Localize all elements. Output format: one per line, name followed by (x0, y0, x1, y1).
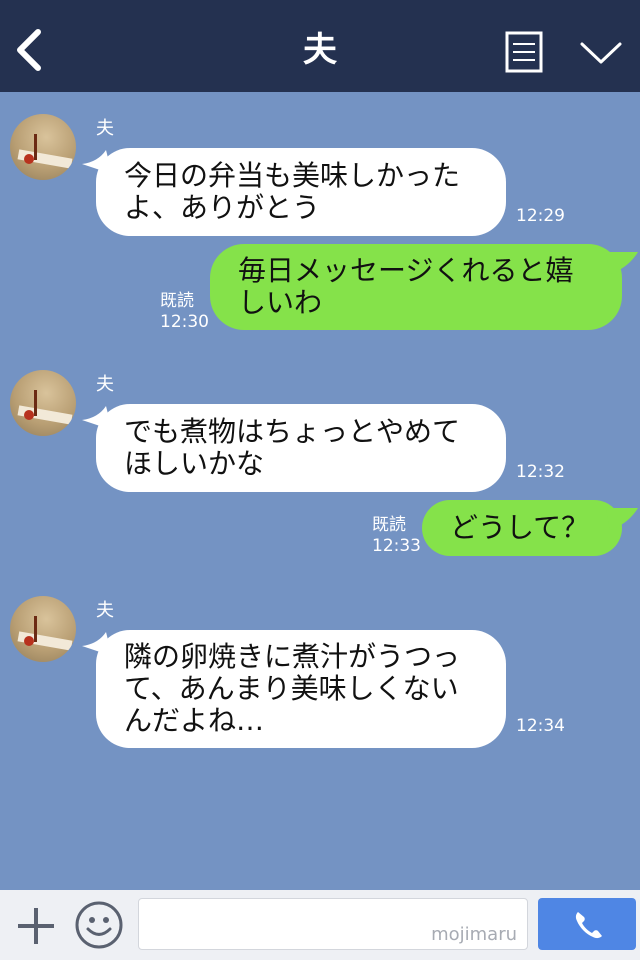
message-bubble[interactable]: 毎日メッセージくれると嬉 しいわ (210, 244, 622, 330)
message-text: 隣の卵焼きに煮汁がうつっ て、あんまり美味しくない んだよね… (124, 640, 461, 737)
message-outgoing: 既読 12:30 毎日メッセージくれると嬉 しいわ (0, 242, 640, 332)
bubble-tail (606, 508, 638, 530)
message-bubble[interactable]: でも煮物はちょっとやめて ほしいかな (96, 404, 506, 492)
notes-button[interactable] (504, 30, 546, 74)
message-input[interactable]: mojimaru (138, 898, 528, 950)
avatar[interactable] (10, 370, 76, 436)
avatar[interactable] (10, 114, 76, 180)
watermark: mojimaru (431, 924, 517, 945)
message-bubble[interactable]: どうして？ (422, 500, 622, 556)
message-text: でも煮物はちょっとやめて ほしいかな (124, 415, 461, 480)
message-time: 12:33 (372, 536, 421, 556)
message-bubble[interactable]: 今日の弁当も美味しかった よ、ありがとう (96, 148, 506, 236)
chevron-down-icon (580, 42, 622, 64)
smiley-icon (75, 901, 123, 949)
message-time: 12:34 (516, 716, 565, 736)
emoji-button[interactable] (74, 900, 124, 950)
back-button[interactable] (8, 22, 52, 78)
message-incoming: 夫 今日の弁当も美味しかった よ、ありがとう 12:29 (0, 114, 640, 238)
chat-header: 夫 (0, 0, 640, 92)
chat-title: 夫 (303, 30, 337, 70)
avatar[interactable] (10, 596, 76, 662)
read-receipt: 既読 (372, 515, 406, 535)
sender-name: 夫 (96, 374, 114, 395)
message-incoming: 夫 隣の卵焼きに煮汁がうつっ て、あんまり美味しくない んだよね… 12:34 (0, 596, 640, 752)
phone-icon (575, 912, 602, 939)
read-receipt: 既読 (160, 291, 194, 311)
bubble-tail (606, 252, 638, 274)
plus-icon (18, 908, 54, 944)
message-incoming: 夫 でも煮物はちょっとやめて ほしいかな 12:32 (0, 370, 640, 494)
message-text: どうして？ (450, 511, 590, 544)
call-button[interactable] (538, 898, 636, 950)
add-button[interactable] (14, 904, 58, 948)
message-time: 12:32 (516, 462, 565, 482)
message-text: 今日の弁当も美味しかった よ、ありがとう (124, 159, 461, 224)
menu-button[interactable] (578, 36, 624, 70)
message-bubble[interactable]: 隣の卵焼きに煮汁がうつっ て、あんまり美味しくない んだよね… (96, 630, 506, 748)
sender-name: 夫 (96, 600, 114, 621)
message-text: 毎日メッセージくれると嬉 しいわ (238, 254, 574, 319)
chevron-left-icon (17, 29, 41, 71)
note-list-icon (505, 31, 543, 73)
message-outgoing: 既読 12:33 どうして？ (0, 498, 640, 558)
message-time: 12:29 (516, 206, 565, 226)
sender-name: 夫 (96, 118, 114, 139)
message-time: 12:30 (160, 312, 209, 332)
